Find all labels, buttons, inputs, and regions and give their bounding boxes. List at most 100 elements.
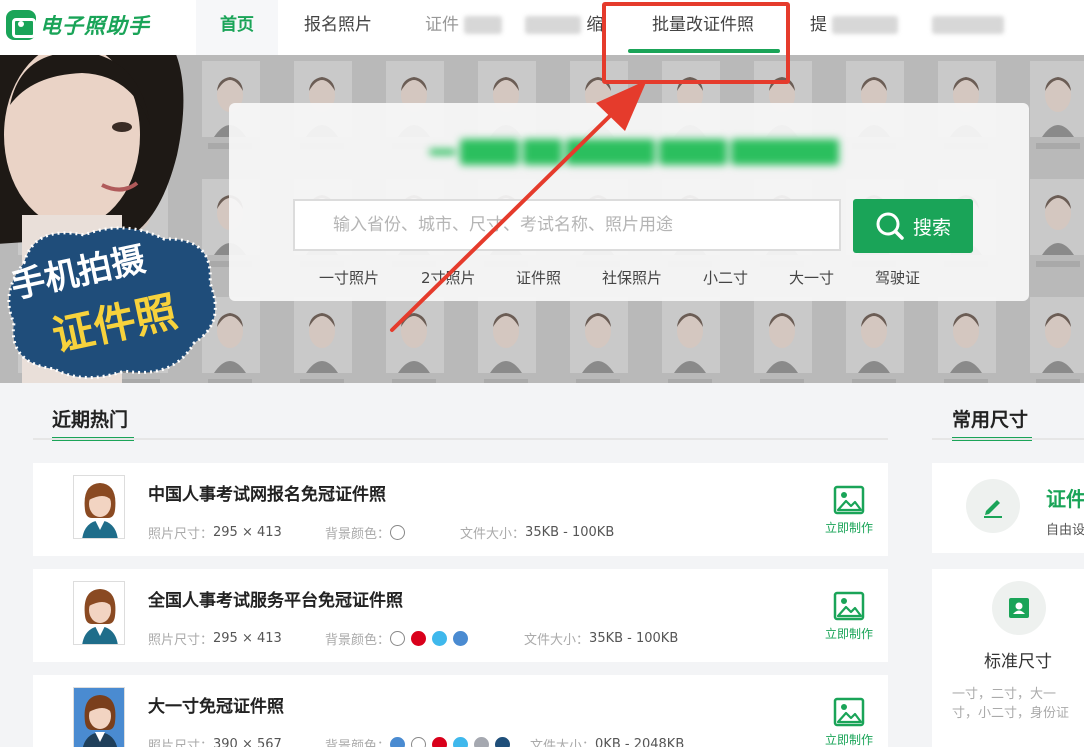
nav-blur	[525, 16, 581, 34]
quick-tag[interactable]: 社保照片	[602, 267, 703, 288]
nav-item-registration-photo[interactable]: 报名照片	[304, 0, 372, 55]
nav-blur	[832, 16, 899, 34]
search-panel: 搜索 一寸照片 2寸照片 证件照 社保照片 小二寸 大一寸 驾驶证	[229, 103, 1029, 301]
active-tab-underline	[628, 49, 780, 53]
camera-logo-icon	[6, 10, 36, 40]
color-swatch	[432, 737, 448, 747]
pencil-icon	[984, 500, 1002, 518]
logo[interactable]: 电子照助手	[6, 10, 150, 40]
size-value: 295 × 413	[213, 631, 282, 646]
size-label: 照片尺寸：	[148, 633, 214, 648]
nav-item-batch-id-photo-label: 批量改证件照	[652, 15, 754, 35]
search-button-label: 搜索	[912, 216, 951, 239]
custom-size-title: 证件	[1046, 487, 1084, 511]
nav-item-batch-id-photo[interactable]: 批量改证件照	[652, 0, 754, 55]
edit-icon-circle	[966, 479, 1020, 533]
color-swatch	[390, 525, 406, 540]
nav-item-more-label: 提	[810, 15, 827, 35]
card-title: 全国人事考试服务平台免冠证件照	[148, 591, 403, 611]
standard-size-title: 标准尺寸	[984, 652, 1052, 672]
standard-size-desc-2: 寸，小二寸，身份证	[952, 706, 1070, 721]
color-swatch	[390, 737, 406, 747]
make-now-button[interactable]: 立即制作	[825, 485, 873, 536]
card-title: 大一寸免冠证件照	[148, 697, 284, 717]
bg-color-label: 背景颜色：	[325, 633, 391, 648]
nav-item-compress-label: 缩	[586, 15, 604, 35]
quick-tag[interactable]: 大一寸	[789, 267, 875, 288]
size-label: 照片尺寸：	[148, 527, 214, 542]
image-icon	[833, 697, 865, 727]
quick-tag[interactable]: 驾驶证	[875, 267, 920, 288]
make-now-label: 立即制作	[825, 521, 874, 535]
standard-size-desc-1: 一寸，二寸，大一	[952, 687, 1057, 702]
file-size-value: 35KB - 100KB	[589, 631, 679, 646]
color-swatch	[432, 631, 448, 646]
id-card-icon-circle	[992, 581, 1046, 635]
quick-tag[interactable]: 小二寸	[703, 267, 789, 288]
make-now-label: 立即制作	[825, 627, 874, 641]
quick-tag[interactable]: 证件照	[516, 267, 602, 288]
nav-item-more[interactable]: 提	[810, 0, 899, 55]
nav-item-id-photo-label: 证件	[425, 15, 459, 35]
photo-spec-card[interactable]: 大一寸免冠证件照 照片尺寸： 390 × 567 背景颜色： 文件大小： 0KB…	[33, 675, 888, 747]
search-title-blurred	[429, 139, 839, 165]
size-value: 390 × 567	[213, 737, 282, 747]
nav-item-id-photo[interactable]: 证件	[425, 0, 503, 55]
make-now-button[interactable]: 立即制作	[825, 697, 873, 747]
color-swatch	[411, 737, 427, 747]
image-icon	[833, 485, 865, 515]
image-icon	[833, 591, 865, 621]
sample-portrait	[73, 475, 125, 539]
file-size-label: 文件大小：	[524, 633, 590, 648]
custom-size-subtitle: 自由设	[1046, 523, 1084, 538]
portrait-icon	[1009, 598, 1029, 618]
bg-color-label: 背景颜色：	[325, 527, 391, 542]
nav-item-compress[interactable]: 缩	[525, 0, 603, 55]
standard-size-card[interactable]: 标准尺寸 一寸，二寸，大一 寸，小二寸，身份证	[932, 569, 1084, 747]
file-size-label: 文件大小：	[530, 739, 596, 747]
search-icon	[876, 212, 904, 240]
recent-heading: 近期热门	[52, 409, 129, 431]
bg-color-label: 背景颜色：	[325, 739, 391, 747]
sample-portrait	[73, 581, 125, 645]
section-divider	[33, 438, 888, 440]
nav-item-blurred[interactable]	[932, 0, 1004, 55]
file-size-label: 文件大小：	[460, 527, 526, 542]
color-swatch	[453, 737, 469, 747]
nav-blur	[932, 16, 1004, 34]
photo-spec-card[interactable]: 全国人事考试服务平台免冠证件照 照片尺寸： 295 × 413 背景颜色： 文件…	[33, 569, 888, 662]
search-input[interactable]	[293, 199, 841, 251]
section-divider	[932, 438, 1084, 440]
card-meta: 照片尺寸： 295 × 413 背景颜色： 文件大小： 35KB - 100KB	[148, 629, 678, 648]
make-now-label: 立即制作	[825, 733, 874, 747]
quick-tag[interactable]: 一寸照片	[319, 267, 421, 288]
sample-portrait	[73, 687, 125, 747]
size-value: 295 × 413	[213, 525, 282, 540]
card-meta: 照片尺寸： 295 × 413 背景颜色： 文件大小： 35KB - 100KB	[148, 523, 614, 542]
file-size-value: 0KB - 2048KB	[595, 737, 685, 747]
quick-tags: 一寸照片 2寸照片 证件照 社保照片 小二寸 大一寸 驾驶证	[319, 267, 920, 288]
quick-tag[interactable]: 2寸照片	[421, 267, 516, 288]
nav-blur	[464, 16, 503, 34]
common-sizes-heading: 常用尺寸	[952, 409, 1029, 431]
color-swatch	[453, 631, 469, 646]
hero-banner: 手机拍摄 证件照 搜索 一寸照片 2寸照片 证件照 社保照片 小二寸 大一寸	[0, 55, 1084, 383]
color-swatch	[390, 631, 406, 646]
brand-name: 电子照助手	[40, 14, 150, 38]
custom-size-card[interactable]: 证件 自由设	[932, 463, 1084, 553]
make-now-button[interactable]: 立即制作	[825, 591, 873, 642]
nav-item-home-label: 首页	[220, 15, 254, 35]
size-label: 照片尺寸：	[148, 739, 214, 747]
photo-spec-card[interactable]: 中国人事考试网报名免冠证件照 照片尺寸： 295 × 413 背景颜色： 文件大…	[33, 463, 888, 556]
card-meta: 照片尺寸： 390 × 567 背景颜色： 文件大小： 0KB - 2048KB	[148, 735, 684, 747]
color-swatch	[411, 631, 427, 646]
color-swatch	[474, 737, 490, 747]
search-button[interactable]: 搜索	[853, 199, 973, 253]
promo-badge: 手机拍摄 证件照	[7, 226, 217, 380]
file-size-value: 35KB - 100KB	[525, 525, 615, 540]
nav-item-registration-photo-label: 报名照片	[304, 15, 372, 35]
top-nav: 电子照助手 首页 报名照片 证件 缩 批量改证件照 提	[0, 0, 1084, 55]
card-title: 中国人事考试网报名免冠证件照	[148, 485, 386, 505]
color-swatch	[495, 737, 511, 747]
nav-item-home[interactable]: 首页	[196, 0, 278, 55]
